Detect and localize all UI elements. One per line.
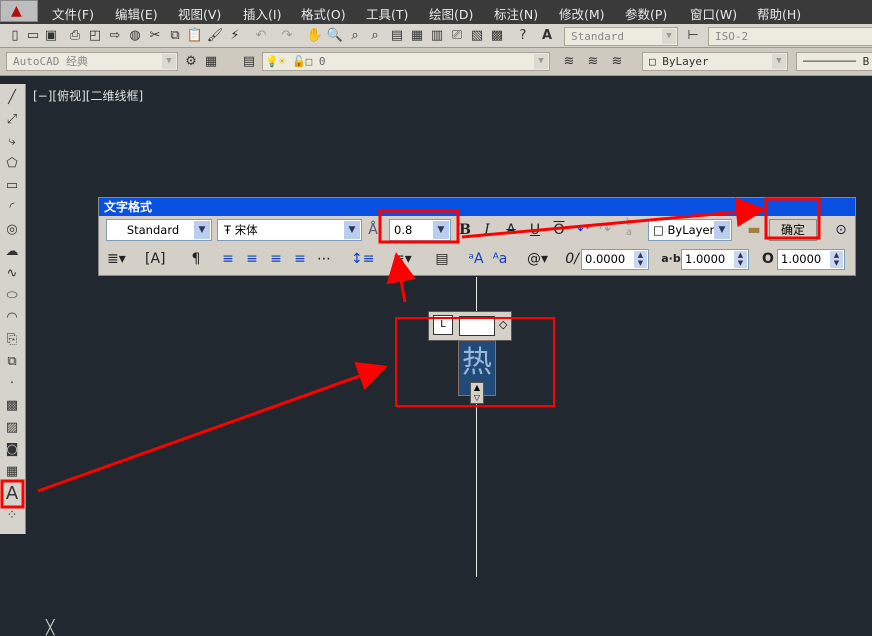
highlight-ok — [764, 197, 821, 240]
highlight-editor — [395, 317, 555, 407]
annotation-overlay — [0, 197, 821, 509]
highlight-height — [378, 209, 460, 244]
arrow-to-height — [386, 252, 417, 303]
highlight-text-tool — [0, 479, 25, 509]
arrow-to-editor — [37, 361, 388, 493]
arrow-to-ok — [461, 197, 766, 239]
